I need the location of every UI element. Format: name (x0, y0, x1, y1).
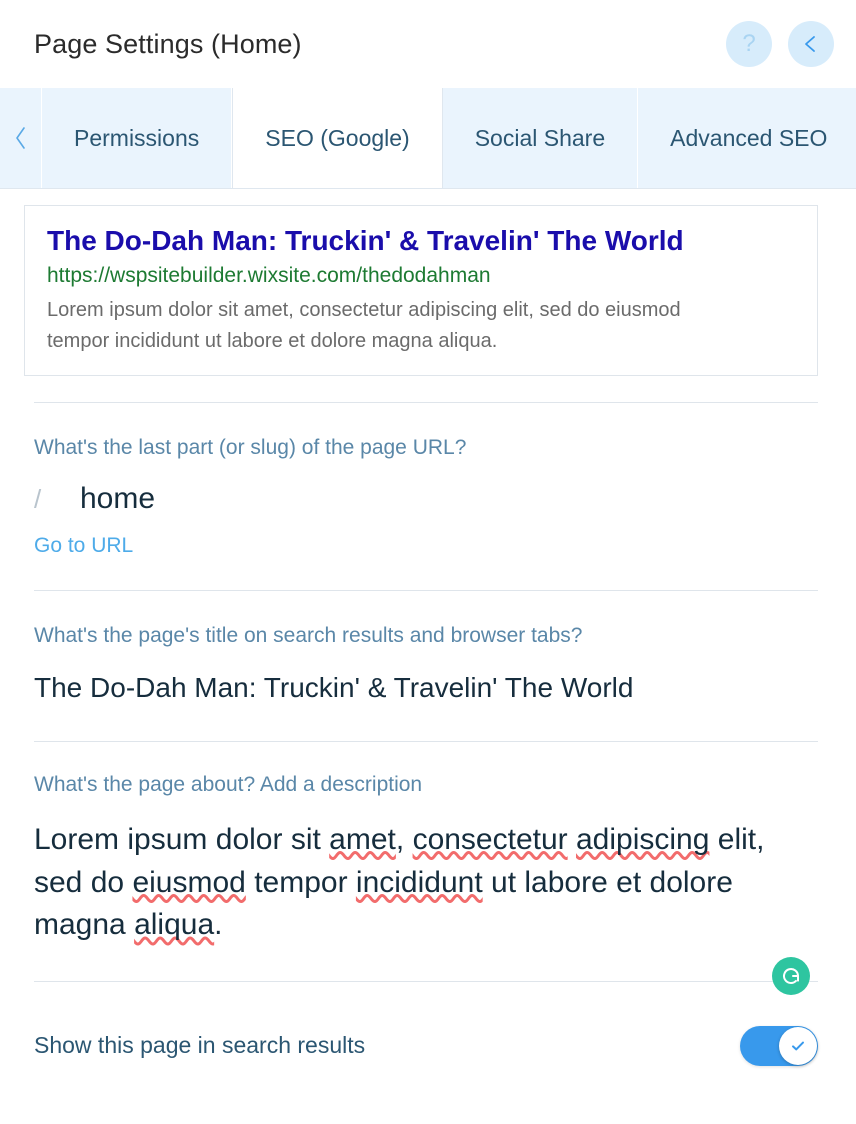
spellcheck-word: amet (329, 823, 396, 857)
slug-input-row: / (34, 481, 818, 516)
tab-bar: Permissions SEO (Google) Social Share Ad… (0, 88, 856, 189)
spellcheck-word: incididunt (355, 865, 483, 899)
grammarly-g-glyph (783, 968, 799, 985)
title-section: What's the page's title on search result… (0, 591, 856, 706)
search-visibility-label: Show this page in search results (34, 1032, 366, 1059)
title-label: What's the page's title on search result… (34, 623, 583, 647)
tab-label: Social Share (474, 124, 606, 151)
preview-url: https://wspsitebuilder.wixsite.com/thedo… (47, 264, 491, 288)
slug-input[interactable] (80, 481, 818, 516)
tab-permissions[interactable]: Permissions (42, 88, 233, 188)
chevron-left-icon (805, 36, 815, 52)
slug-label: What's the last part (or slug) of the pa… (34, 435, 467, 459)
description-section: What's the page about? Add a description… (0, 742, 856, 996)
grammarly-icon[interactable] (772, 957, 810, 996)
slug-prefix: / (34, 483, 42, 514)
page-description-input[interactable]: Lorem ipsum dolor sit amet, consectetur … (34, 819, 818, 947)
go-to-url-link[interactable]: Go to URL (34, 534, 133, 558)
panel-body: The Do-Dah Man: Truckin' & Travelin' The… (0, 205, 856, 1066)
description-input-wrap: Lorem ipsum dolor sit amet, consectetur … (34, 819, 818, 996)
description-label: What's the page about? Add a description (34, 773, 423, 797)
tab-label: Advanced SEO (670, 124, 828, 151)
tab-label: SEO (Google) (265, 124, 410, 151)
spellcheck-word: consectetur (412, 823, 568, 857)
chevron-left-icon (15, 127, 25, 149)
header-actions: ? (726, 21, 834, 67)
search-visibility-toggle[interactable] (740, 1025, 818, 1066)
search-visibility-row: Show this page in search results (0, 982, 856, 1066)
back-button[interactable] (788, 21, 834, 67)
toggle-knob (779, 1026, 817, 1065)
page-title: Page Settings (Home) (34, 28, 302, 59)
page-settings-panel: Page Settings (Home) ? Permissions SEO (… (0, 0, 856, 1124)
spellcheck-word: eiusmod (132, 865, 246, 899)
page-title-input[interactable] (34, 670, 818, 706)
question-mark-icon: ? (742, 30, 756, 57)
slug-section: What's the last part (or slug) of the pa… (0, 403, 856, 558)
tab-scroll-left-button[interactable] (0, 88, 42, 188)
panel-header: Page Settings (Home) ? (0, 0, 856, 88)
preview-description: Lorem ipsum dolor sit amet, consectetur … (47, 299, 681, 353)
spellcheck-word: aliqua (134, 908, 215, 942)
check-icon (792, 1041, 804, 1051)
tab-label: Permissions (74, 124, 200, 151)
tab-social-share[interactable]: Social Share (442, 88, 639, 188)
tab-advanced-seo[interactable]: Advanced SEO (638, 88, 856, 188)
tab-seo-google[interactable]: SEO (Google) (232, 88, 443, 188)
help-button[interactable]: ? (726, 21, 772, 67)
preview-title: The Do-Dah Man: Truckin' & Travelin' The… (47, 225, 684, 256)
spellcheck-word: adipiscing (576, 823, 710, 857)
google-preview-card: The Do-Dah Man: Truckin' & Travelin' The… (24, 205, 818, 376)
